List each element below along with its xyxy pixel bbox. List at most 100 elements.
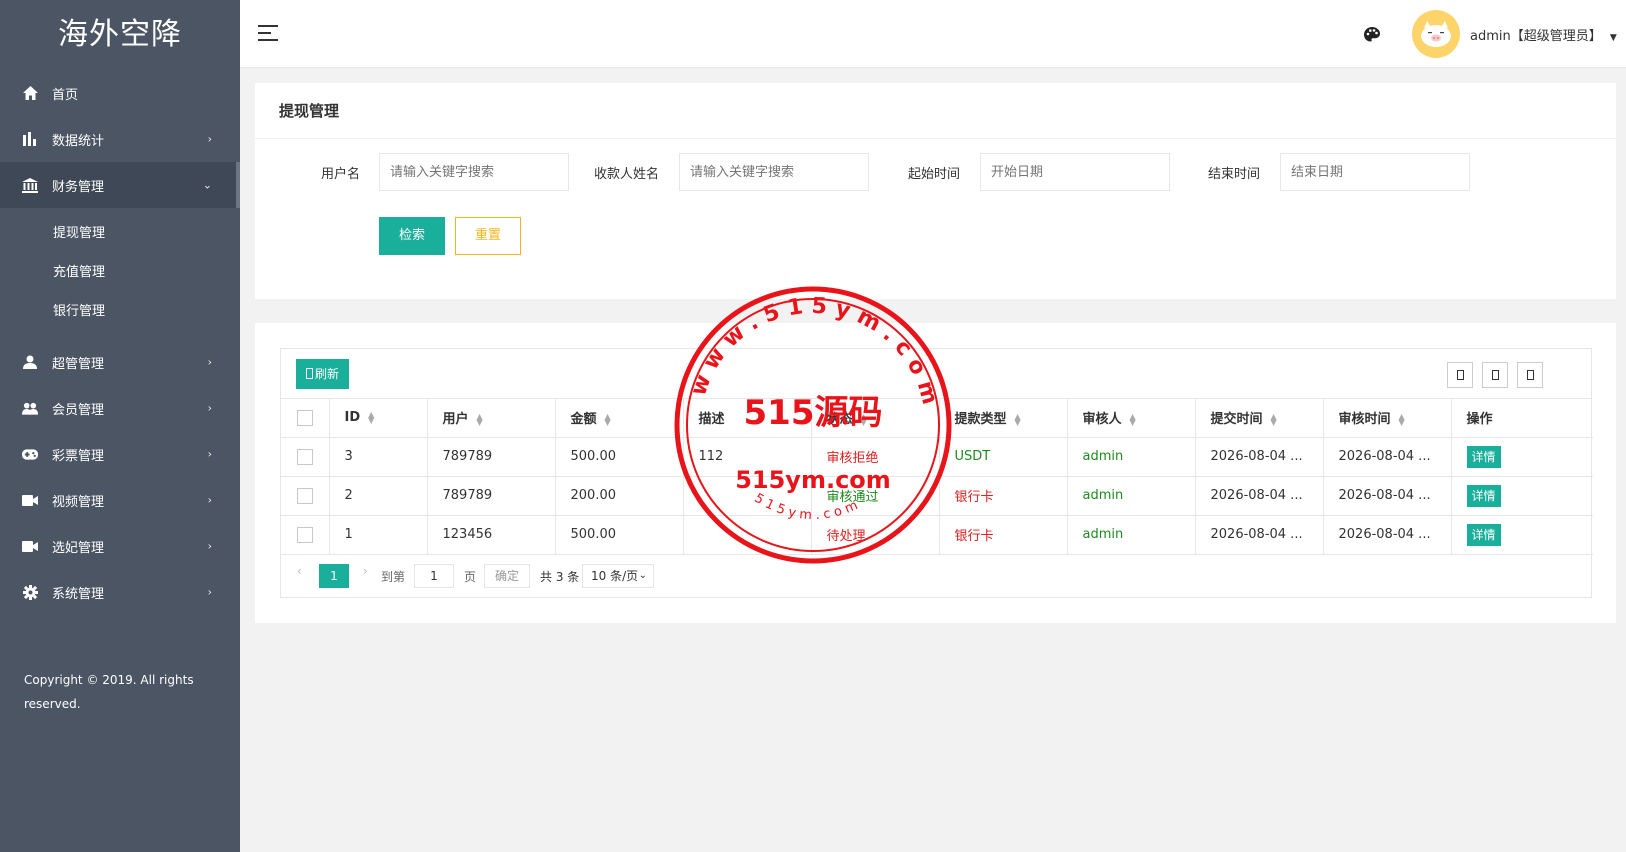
reset-button[interactable]: 重置 [455, 217, 521, 255]
col-header-amount[interactable]: 金额 ▲ ▼ [555, 399, 684, 438]
cell-amount: 200.00 [555, 476, 684, 516]
user-menu[interactable]: admin【超级管理员】 ▼ [1470, 25, 1617, 44]
chevron-right-icon: › [207, 539, 212, 553]
submenu-item-recharge[interactable]: 充值管理 [0, 253, 240, 292]
refresh-button[interactable]: 刷新 [296, 359, 350, 389]
col-header-type[interactable]: 提款类型 ▲ ▼ [939, 399, 1068, 438]
cell-submit-time: 2026-08-04 ... [1195, 515, 1324, 555]
cell-submit-time: 2026-08-04 ... [1195, 437, 1324, 477]
detail-button[interactable]: 详情 [1466, 445, 1501, 468]
chevron-right-icon: › [207, 585, 212, 599]
prev-page-icon[interactable]: ‹ [297, 564, 302, 578]
menu-toggle-icon[interactable] [258, 25, 278, 41]
row-checkbox[interactable] [296, 448, 313, 465]
cell-status: 待处理 [811, 515, 940, 555]
detail-button[interactable]: 详情 [1466, 484, 1501, 507]
cell-type: USDT [939, 437, 1068, 477]
cell-reviewer: admin [1067, 437, 1196, 477]
bank-icon [22, 177, 38, 193]
end-date-input[interactable] [1280, 153, 1470, 191]
table-panel: 刷新 ID ▲ ▼ 用户 ▲ ▼ 金额 ▲ ▼ 描述 状态 ▲ ▼ 提款类型 ▲ ▼ 审核人 ▲ ▼ [255, 323, 1616, 623]
sort-icon[interactable]: ▲ ▼ [1399, 412, 1405, 426]
user-icon [22, 354, 38, 370]
sidebar-item-system[interactable]: 系统管理 › [0, 569, 240, 615]
sidebar-item-admin[interactable]: 超管管理 › [0, 339, 240, 385]
sidebar-item-label: 会员管理 [52, 402, 105, 418]
row-checkbox[interactable] [296, 487, 313, 504]
sidebar-item-selection[interactable]: 选妃管理 › [0, 523, 240, 569]
username-search-input[interactable] [379, 153, 569, 191]
page-confirm-button[interactable]: 确定 [484, 563, 530, 588]
row-checkbox[interactable] [296, 526, 313, 543]
col-header-id[interactable]: ID ▲ ▼ [329, 399, 428, 438]
cell-user: 789789 [427, 476, 556, 516]
search-panel: 提现管理 用户名 收款人姓名 起始时间 结束时间 检索 重置 [255, 83, 1616, 299]
sidebar-item-lottery[interactable]: 彩票管理 › [0, 431, 240, 477]
start-date-label: 起始时间 [908, 167, 961, 182]
sidebar-item-label: 选妃管理 [52, 540, 105, 556]
sidebar-item-label: 财务管理 [52, 179, 105, 195]
cell-audit-time: 2026-08-04 ... [1323, 476, 1452, 516]
cell-user: 123456 [427, 515, 556, 555]
sort-icon[interactable]: ▲ ▼ [1015, 412, 1021, 426]
sidebar-item-video[interactable]: 视频管理 › [0, 477, 240, 523]
cell-audit-time: 2026-08-04 ... [1323, 437, 1452, 477]
sort-icon[interactable]: ▲ ▼ [477, 412, 483, 426]
chevron-right-icon: › [207, 493, 212, 507]
cell-audit-time: 2026-08-04 ... [1323, 515, 1452, 555]
submenu-item-withdraw[interactable]: 提现管理 [0, 214, 240, 253]
col-header-audit-time[interactable]: 审核时间 ▲ ▼ [1323, 399, 1452, 438]
sidebar-item-finance[interactable]: 财务管理 ⌄ [0, 162, 240, 208]
col-header-status[interactable]: 状态 ▲ ▼ [811, 399, 940, 438]
cell-type: 银行卡 [939, 515, 1068, 555]
sidebar-item-label: 系统管理 [52, 586, 105, 602]
sidebar-item-members[interactable]: 会员管理 › [0, 385, 240, 431]
gear-icon [22, 584, 38, 600]
sidebar-item-label: 彩票管理 [52, 448, 105, 464]
username-label: 用户名 [321, 167, 361, 182]
sort-icon[interactable]: ▲ ▼ [1130, 412, 1136, 426]
cell-id: 3 [329, 437, 428, 477]
sort-icon[interactable]: ▲ ▼ [1271, 412, 1277, 426]
app-logo: 海外空降 [58, 17, 182, 52]
video-camera-icon [22, 492, 38, 508]
cell-desc [683, 476, 812, 516]
select-all-checkbox[interactable] [296, 409, 313, 426]
cell-reviewer: admin [1067, 476, 1196, 516]
cell-id: 1 [329, 515, 428, 555]
col-header-reviewer[interactable]: 审核人 ▲ ▼ [1067, 399, 1196, 438]
user-name-label: admin【超级管理员】 [1470, 29, 1602, 44]
export-icon[interactable] [1482, 362, 1508, 388]
detail-button[interactable]: 详情 [1466, 523, 1501, 546]
submenu-item-bank[interactable]: 银行管理 [0, 292, 240, 331]
avatar[interactable] [1412, 10, 1460, 58]
search-button[interactable]: 检索 [379, 217, 445, 255]
chevron-right-icon: › [207, 447, 212, 461]
payee-name-search-input[interactable] [679, 153, 869, 191]
columns-filter-icon[interactable] [1447, 362, 1473, 388]
sort-icon[interactable]: ▲ ▼ [368, 410, 374, 424]
total-count: 共 3 条 [540, 569, 580, 584]
cell-status: 审核通过 [811, 476, 940, 516]
next-page-icon[interactable]: › [363, 564, 368, 578]
col-header-user[interactable]: 用户 ▲ ▼ [427, 399, 556, 438]
sort-icon[interactable]: ▲ ▼ [605, 412, 611, 426]
palette-icon[interactable] [1363, 26, 1381, 44]
page-size-select[interactable]: 10 条/页 ⌄ [582, 563, 654, 588]
col-header-action: 操作 [1451, 399, 1593, 438]
caret-down-icon: ▼ [1609, 33, 1617, 43]
start-date-input[interactable] [980, 153, 1170, 191]
sort-icon[interactable]: ▲ ▼ [861, 412, 867, 426]
chevron-down-icon: ⌄ [638, 569, 647, 581]
page-input[interactable]: 1 [414, 563, 454, 588]
print-icon[interactable] [1517, 362, 1543, 388]
sidebar-item-stats[interactable]: 数据统计 › [0, 116, 240, 162]
chevron-right-icon: › [207, 401, 212, 415]
sidebar-item-label: 数据统计 [52, 133, 105, 149]
sidebar-item-home[interactable]: 首页 [0, 70, 240, 116]
cell-id: 2 [329, 476, 428, 516]
page-current[interactable]: 1 [319, 563, 349, 588]
refresh-icon [306, 368, 313, 379]
col-header-submit-time[interactable]: 提交时间 ▲ ▼ [1195, 399, 1324, 438]
top-header: admin【超级管理员】 ▼ [240, 0, 1626, 68]
